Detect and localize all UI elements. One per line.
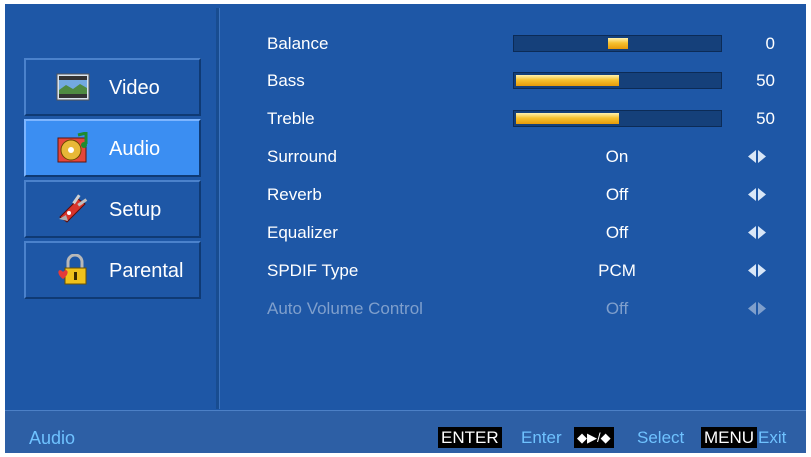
menu-row-label: Reverb [267,185,322,204]
menu-row-label: Treble [267,109,315,128]
treble-slider[interactable] [513,110,722,127]
sidebar-item-setup[interactable]: Setup [24,180,201,238]
balance-value: 0 [765,34,775,53]
left-right-arrows-icon[interactable] [748,188,766,201]
lock-icon [58,254,87,285]
treble-slider-fill [516,113,619,124]
footer-bar: Audio ENTER Enter ◆▶/◆ Select MENU Exit [5,410,806,453]
balance-slider[interactable] [513,35,722,52]
exit-hint: Exit [758,428,787,447]
left-right-arrows-icon [748,302,766,315]
menu-row-label: Balance [267,34,329,53]
enter-hint: Enter [521,428,562,447]
sidebar-divider [216,8,220,409]
sidebar-item-video[interactable]: Video [24,58,201,116]
treble-value: 50 [756,109,775,128]
sidebar-item-parental[interactable]: Parental [24,241,201,299]
auto-volume-control-value: Off [605,299,629,318]
menu-row-bass[interactable]: Bass 50 [267,67,797,95]
tools-icon [59,194,88,223]
sidebar-item-label: Video [109,77,160,99]
bass-value: 50 [756,71,775,90]
menu-row-treble[interactable]: Treble 50 [267,105,797,133]
surround-value: On [605,147,629,166]
sidebar-item-label: Audio [109,138,161,160]
menu-row-reverb[interactable]: Reverb Off [267,181,797,209]
equalizer-value: Off [605,223,629,242]
sidebar-item-audio[interactable]: Audio [24,119,201,177]
menu-row-auto-volume-control: Auto Volume Control Off [267,295,797,323]
menu-row-label: Equalizer [267,223,338,242]
left-right-arrows-icon[interactable] [748,150,766,163]
bass-slider-fill [516,75,619,86]
footer-title: Audio [29,428,76,448]
menu-row-equalizer[interactable]: Equalizer Off [267,219,797,247]
reverb-value: Off [605,185,629,204]
menu-row-label: Auto Volume Control [267,299,423,318]
sidebar-item-label: Parental [109,260,184,282]
bass-slider[interactable] [513,72,722,89]
spdif-type-value: PCM [598,261,636,280]
left-right-arrows-icon[interactable] [748,264,766,277]
menu-row-surround[interactable]: Surround On [267,143,797,171]
menu-row-label: SPDIF Type [267,261,359,280]
menu-key-label: MENU [701,427,758,448]
sidebar: Video Audio Setup Parental [24,58,201,302]
menu-row-balance[interactable]: Balance 0 [267,30,797,58]
video-icon [56,73,90,101]
menu-row-label: Surround [267,147,337,166]
select-key-label: ◆▶/◆ [574,427,614,448]
menu-row-label: Bass [267,71,305,90]
select-hint: Select [637,428,685,447]
osd-screen: Video Audio Setup Parental Balance 0 Bas… [5,4,806,453]
audio-icon [57,132,88,163]
enter-key-label: ENTER [438,427,502,448]
menu-row-spdif-type[interactable]: SPDIF Type PCM [267,257,797,285]
sidebar-item-label: Setup [109,199,162,221]
left-right-arrows-icon[interactable] [748,226,766,239]
balance-slider-thumb [608,38,628,49]
